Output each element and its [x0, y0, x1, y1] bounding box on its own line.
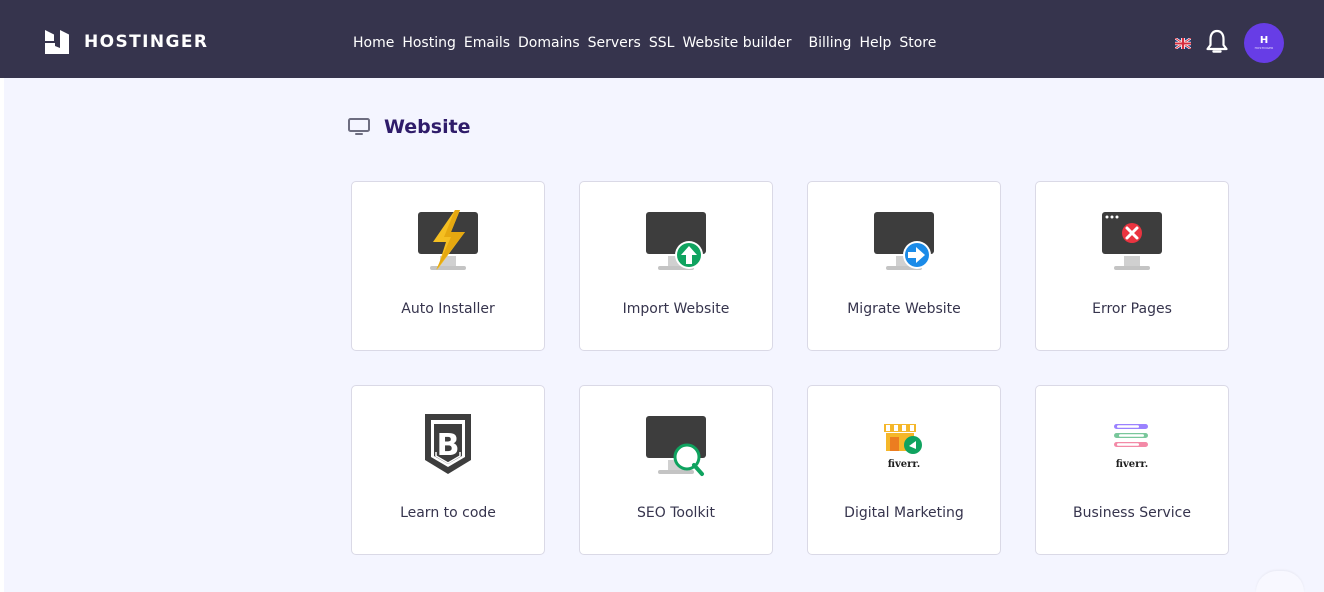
nav-website-builder[interactable]: Website builder — [682, 33, 791, 53]
nav-store[interactable]: Store — [899, 33, 936, 53]
migrate-website-label: Migrate Website — [847, 301, 961, 317]
floating-help-button[interactable] — [1256, 571, 1304, 592]
nav-hosting[interactable]: Hosting — [402, 33, 456, 53]
nav-ssl[interactable]: SSL — [649, 33, 675, 53]
auto-installer-label: Auto Installer — [401, 301, 495, 317]
main-menu: Home Hosting Emails Domains Servers SSL … — [353, 33, 944, 53]
learn-to-code-label: Learn to code — [400, 505, 496, 521]
avatar-mark: H — [1259, 35, 1269, 46]
error-pages-label: Error Pages — [1092, 301, 1172, 317]
account-avatar[interactable]: H HOSTINGER — [1244, 23, 1284, 63]
hostinger-logo[interactable]: HOSTINGER — [42, 27, 208, 57]
digital-marketing-card[interactable]: fiverr. Digital Marketing — [807, 385, 1001, 555]
import-website-label: Import Website — [622, 301, 730, 317]
learn-to-code-card[interactable]: B Learn to code — [351, 385, 545, 555]
digital-marketing-label: Digital Marketing — [844, 505, 964, 521]
avatar-brand-text: HOSTINGER — [1254, 46, 1274, 50]
fiverr-business-text: fiverr. — [1116, 459, 1149, 470]
nav-help[interactable]: Help — [859, 33, 891, 53]
error-monitor-icon — [1102, 212, 1162, 270]
upload-monitor-icon — [646, 212, 706, 270]
migrate-monitor-icon — [874, 212, 934, 270]
website-section-heading: Website — [348, 114, 471, 140]
auto-installer-card[interactable]: Auto Installer — [351, 181, 545, 351]
hostinger-website-page: HOSTINGER Home Hosting Emails Domains Se… — [0, 0, 1324, 592]
left-edge — [0, 0, 4, 592]
seo-toolkit-label: SEO Toolkit — [637, 505, 715, 521]
lightning-monitor-icon — [418, 210, 478, 270]
section-title: Website — [384, 116, 471, 138]
nav-emails[interactable]: Emails — [464, 33, 510, 53]
seo-monitor-icon — [646, 416, 706, 476]
nav-servers[interactable]: Servers — [588, 33, 641, 53]
business-service-card[interactable]: fiverr. Business Service — [1035, 385, 1229, 555]
import-website-card[interactable]: Import Website — [579, 181, 773, 351]
brand-name: HOSTINGER — [84, 32, 209, 52]
nav-billing[interactable]: Billing — [809, 33, 852, 53]
monitor-icon — [348, 118, 370, 135]
error-pages-card[interactable]: Error Pages — [1035, 181, 1229, 351]
hostinger-logo-icon — [45, 30, 69, 54]
top-navigation-bar: HOSTINGER Home Hosting Emails Domains Se… — [0, 0, 1324, 78]
seo-toolkit-card[interactable]: SEO Toolkit — [579, 385, 773, 555]
fiverr-business-icon: fiverr. — [1114, 424, 1149, 470]
bell-icon[interactable] — [1205, 29, 1229, 55]
nav-home[interactable]: Home — [353, 33, 394, 53]
business-service-label: Business Service — [1073, 505, 1191, 521]
fiverr-marketing-text: fiverr. — [888, 459, 921, 470]
nav-domains[interactable]: Domains — [518, 33, 580, 53]
code-shield-icon: B — [425, 414, 471, 474]
fiverr-marketing-icon: fiverr. — [884, 424, 922, 470]
migrate-website-card[interactable]: Migrate Website — [807, 181, 1001, 351]
flag-uk-icon[interactable] — [1175, 38, 1191, 49]
